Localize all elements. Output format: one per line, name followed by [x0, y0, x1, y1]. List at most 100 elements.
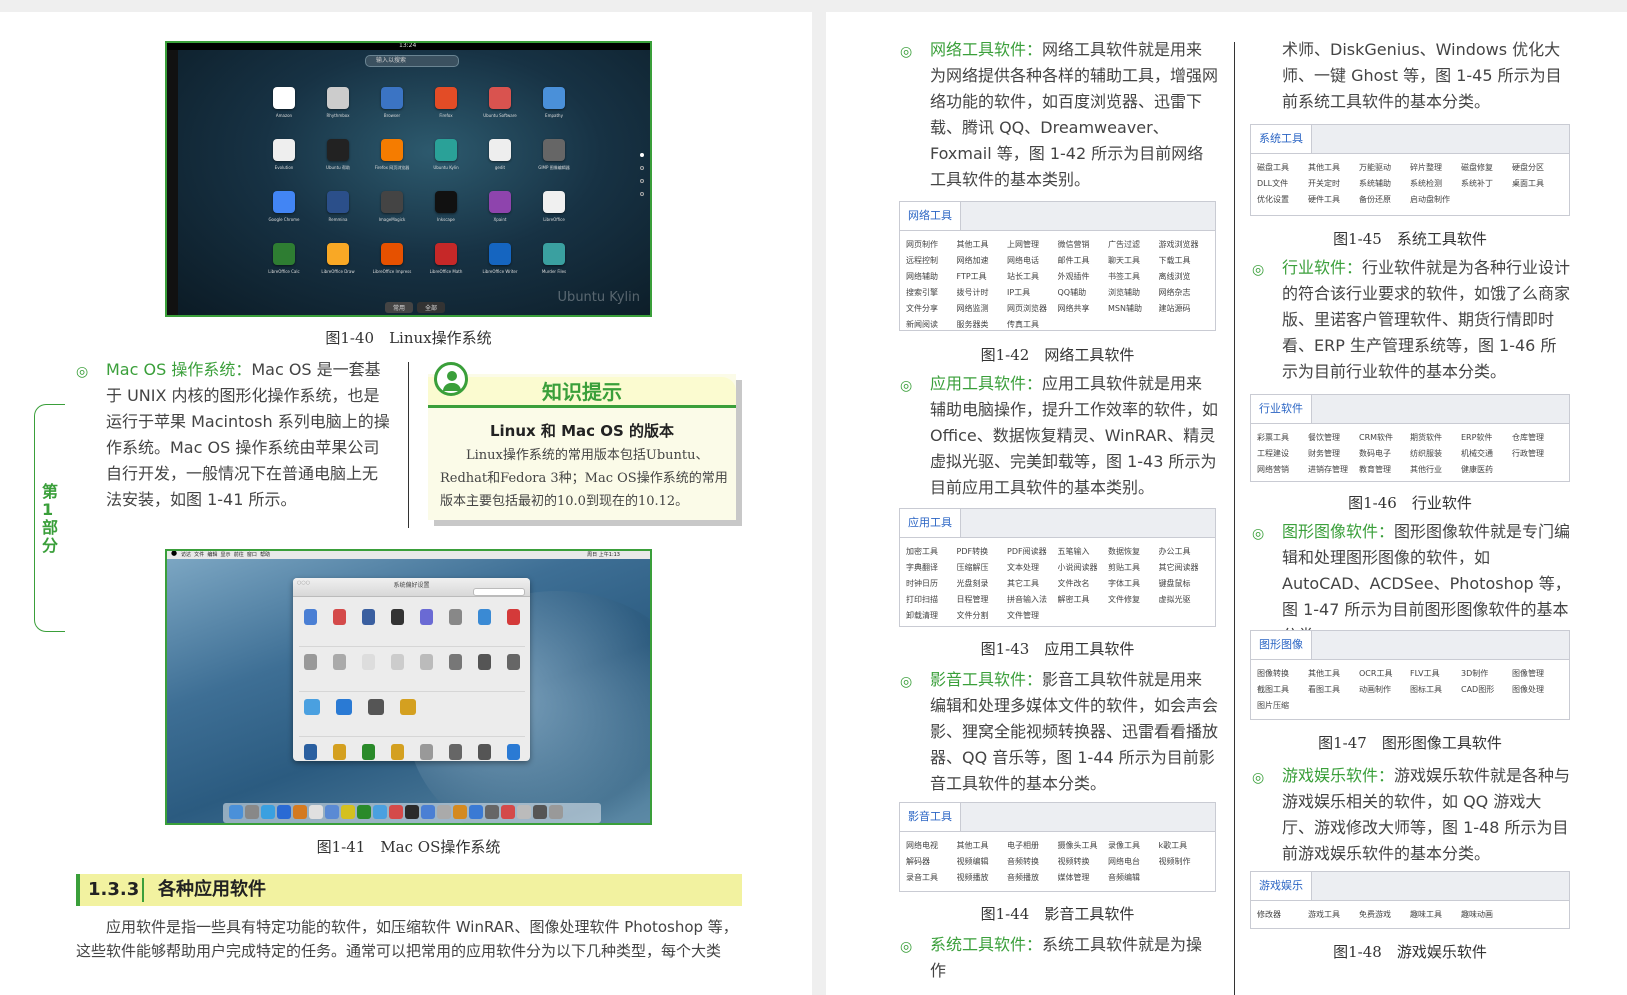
- category-item[interactable]: 新闻阅读: [906, 317, 957, 333]
- category-item[interactable]: 剪贴工具: [1108, 560, 1159, 576]
- category-item[interactable]: 媒体管理: [1058, 870, 1109, 886]
- category-item[interactable]: 健康医药: [1461, 462, 1512, 478]
- app-launcher-item[interactable]: Empathy: [527, 87, 581, 123]
- category-item[interactable]: IP工具: [1007, 285, 1058, 301]
- preference-pane-icon[interactable]: [391, 654, 404, 670]
- preference-pane-icon[interactable]: [478, 654, 491, 670]
- dock-app-icon[interactable]: [437, 805, 451, 819]
- app-launcher-item[interactable]: GIMP 图像编辑器: [527, 139, 581, 175]
- dock-app-icon[interactable]: [517, 805, 531, 819]
- category-item[interactable]: 财务管理: [1308, 446, 1359, 462]
- category-item[interactable]: 餐饮管理: [1308, 430, 1359, 446]
- category-item[interactable]: 优化设置: [1257, 192, 1308, 208]
- category-item[interactable]: 视频播放: [957, 870, 1008, 886]
- app-launcher-item[interactable]: Google Chrome: [257, 191, 311, 227]
- category-item[interactable]: 系统辅助: [1359, 176, 1410, 192]
- preference-pane-icon[interactable]: [304, 744, 317, 760]
- dock-app-icon[interactable]: [549, 805, 563, 819]
- category-item[interactable]: 图像管理: [1512, 666, 1563, 682]
- category-item[interactable]: 动画制作: [1359, 682, 1410, 698]
- category-item[interactable]: 桌面工具: [1512, 176, 1563, 192]
- category-item[interactable]: 数码电子: [1359, 446, 1410, 462]
- category-item[interactable]: 录像工具: [1108, 838, 1159, 854]
- category-item[interactable]: [1461, 192, 1512, 208]
- dock-app-icon[interactable]: [405, 805, 419, 819]
- category-item[interactable]: 拨号计时: [957, 285, 1008, 301]
- category-item[interactable]: [1410, 698, 1461, 714]
- dock-app-icon[interactable]: [501, 805, 515, 819]
- dock-app-icon[interactable]: [421, 805, 435, 819]
- category-item[interactable]: 办公工具: [1159, 544, 1210, 560]
- category-item[interactable]: 音频播放: [1007, 870, 1058, 886]
- app-launcher-item[interactable]: Murder Files: [527, 243, 581, 279]
- category-item[interactable]: 时钟日历: [906, 576, 957, 592]
- category-item[interactable]: ERP软件: [1461, 430, 1512, 446]
- category-item[interactable]: 网页浏览器: [1007, 301, 1058, 317]
- category-item[interactable]: 仓库管理: [1512, 430, 1563, 446]
- category-item[interactable]: [1461, 698, 1512, 714]
- app-launcher-item[interactable]: Evolution: [257, 139, 311, 175]
- category-item[interactable]: [1108, 317, 1159, 333]
- category-item[interactable]: 打印扫描: [906, 592, 957, 608]
- category-item[interactable]: QQ辅助: [1058, 285, 1109, 301]
- prefs-search-field[interactable]: [473, 588, 525, 596]
- category-item[interactable]: 系统检测: [1410, 176, 1461, 192]
- search-box[interactable]: 输入以搜索: [365, 55, 459, 67]
- category-item[interactable]: 期货软件: [1410, 430, 1461, 446]
- category-item[interactable]: 光盘刻录: [957, 576, 1008, 592]
- category-item[interactable]: CAD图形: [1461, 682, 1512, 698]
- category-item[interactable]: 进销存管理: [1308, 462, 1359, 478]
- category-item[interactable]: [1359, 698, 1410, 714]
- preference-pane-icon[interactable]: [478, 609, 491, 625]
- preference-pane-icon[interactable]: [449, 609, 462, 625]
- category-item[interactable]: 文本处理: [1007, 560, 1058, 576]
- category-item[interactable]: 网络电视: [906, 838, 957, 854]
- category-item[interactable]: [1512, 192, 1563, 208]
- dock-app-icon[interactable]: [229, 805, 243, 819]
- category-item[interactable]: 看图工具: [1308, 682, 1359, 698]
- preference-pane-icon[interactable]: [507, 609, 520, 625]
- category-item[interactable]: 开关定时: [1308, 176, 1359, 192]
- category-item[interactable]: 网络共享: [1058, 301, 1109, 317]
- category-item[interactable]: 工程建设: [1257, 446, 1308, 462]
- category-item[interactable]: 聊天工具: [1108, 253, 1159, 269]
- category-item[interactable]: 解密工具: [1058, 592, 1109, 608]
- app-launcher-item[interactable]: Ubuntu Software: [473, 87, 527, 123]
- category-item[interactable]: 上网管理: [1007, 237, 1058, 253]
- category-item[interactable]: 卸载清理: [906, 608, 957, 624]
- category-item[interactable]: OCR工具: [1359, 666, 1410, 682]
- category-item[interactable]: 远程控制: [906, 253, 957, 269]
- category-item[interactable]: 音频转换: [1007, 854, 1058, 870]
- category-item[interactable]: 游戏浏览器: [1159, 237, 1210, 253]
- category-item[interactable]: 站长工具: [1007, 269, 1058, 285]
- preference-pane-icon[interactable]: [449, 744, 462, 760]
- category-item[interactable]: 解码器: [906, 854, 957, 870]
- category-item[interactable]: 摄像头工具: [1058, 838, 1109, 854]
- category-item[interactable]: 日程管理: [957, 592, 1008, 608]
- category-item[interactable]: 电子相册: [1007, 838, 1058, 854]
- category-item[interactable]: 下载工具: [1159, 253, 1210, 269]
- category-item[interactable]: 搜索引擎: [906, 285, 957, 301]
- dock-app-icon[interactable]: [357, 805, 371, 819]
- dock-app-icon[interactable]: [245, 805, 259, 819]
- category-item[interactable]: 外观插件: [1058, 269, 1109, 285]
- app-launcher-item[interactable]: Remmina: [311, 191, 365, 227]
- category-item[interactable]: 系统补丁: [1461, 176, 1512, 192]
- category-item[interactable]: 其他工具: [957, 838, 1008, 854]
- category-item[interactable]: 磁盘修复: [1461, 160, 1512, 176]
- app-launcher-item[interactable]: Amazon: [257, 87, 311, 123]
- category-item[interactable]: 教育管理: [1359, 462, 1410, 478]
- category-item[interactable]: CRM软件: [1359, 430, 1410, 446]
- app-launcher-item[interactable]: LibreOffice: [527, 191, 581, 227]
- dock-app-icon[interactable]: [277, 805, 291, 819]
- category-item[interactable]: FLV工具: [1410, 666, 1461, 682]
- preference-pane-icon[interactable]: [449, 654, 462, 670]
- category-item[interactable]: 广告过滤: [1108, 237, 1159, 253]
- category-item[interactable]: [1159, 317, 1210, 333]
- app-launcher-item[interactable]: Rhythmbox: [311, 87, 365, 123]
- category-item[interactable]: [1512, 907, 1563, 923]
- app-launcher-item[interactable]: LibreOffice Impress: [365, 243, 419, 279]
- tab-all[interactable]: 全部: [417, 302, 446, 313]
- preference-pane-icon[interactable]: [304, 699, 320, 715]
- preference-pane-icon[interactable]: [333, 609, 346, 625]
